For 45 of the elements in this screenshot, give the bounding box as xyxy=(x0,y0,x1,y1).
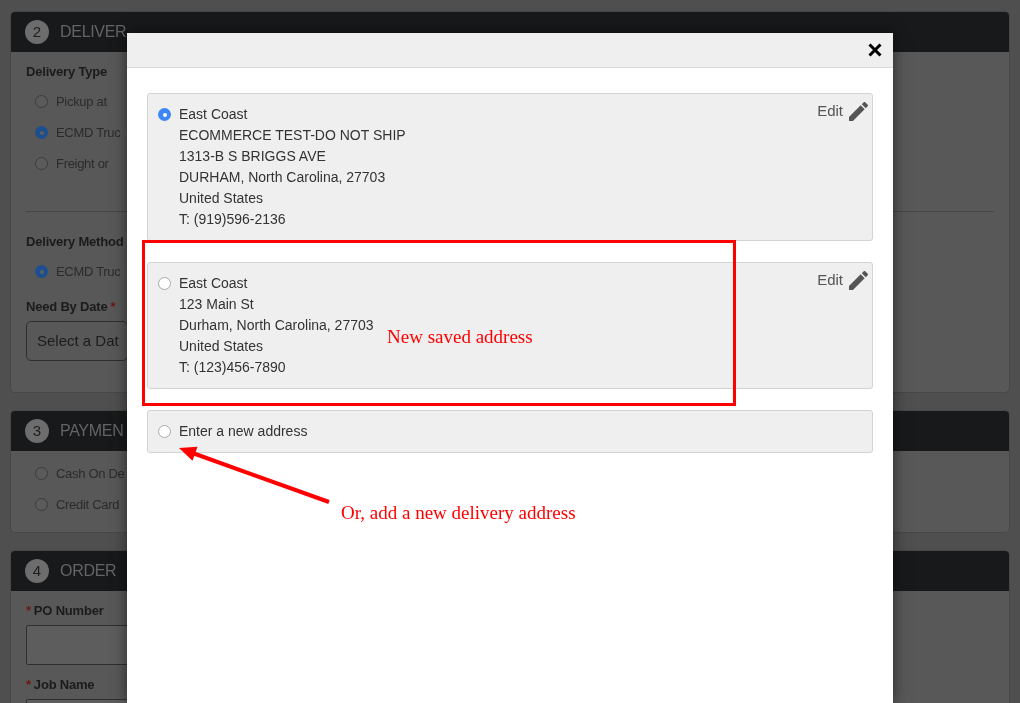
edit-link[interactable]: Edit xyxy=(817,100,868,123)
radio-button[interactable] xyxy=(35,265,48,278)
address-line: 1313-B S BRIGGS AVE xyxy=(179,147,326,166)
section-title: PAYMEN xyxy=(60,421,124,441)
radio-button[interactable] xyxy=(35,95,48,108)
address-line: East Coast xyxy=(179,274,248,293)
address-line: T: (919)596-2136 xyxy=(179,210,286,229)
text-input[interactable] xyxy=(26,699,128,703)
text-input[interactable] xyxy=(26,625,128,665)
address-line: ECOMMERCE TEST-DO NOT SHIP xyxy=(179,126,406,145)
step-number: 2 xyxy=(25,20,49,44)
address-line: United States xyxy=(179,337,264,356)
field-label: Delivery Method xyxy=(26,233,124,252)
field-label: Need By Date xyxy=(26,298,108,317)
radio-button[interactable] xyxy=(35,498,48,511)
address-line: Durham, North Carolina, 27703 xyxy=(179,316,374,335)
address-line: DURHAM, North Carolina, 27703 xyxy=(179,168,386,187)
radio-button[interactable] xyxy=(35,467,48,480)
edit-link[interactable]: Edit xyxy=(817,269,868,292)
radio-button[interactable] xyxy=(158,425,171,438)
radio-button[interactable] xyxy=(158,277,171,290)
address-line: East Coast xyxy=(179,105,248,124)
address-line: United States xyxy=(179,189,264,208)
close-icon xyxy=(868,43,882,57)
radio-button[interactable] xyxy=(35,126,48,139)
required-mark: * xyxy=(26,602,31,621)
address-line: Enter a new address xyxy=(179,422,308,441)
field-label: Delivery Type xyxy=(26,63,107,82)
step-number: 4 xyxy=(25,559,49,583)
step-number: 3 xyxy=(25,419,49,443)
pencil-icon xyxy=(849,270,868,290)
address-line: 123 Main St xyxy=(179,295,254,314)
section-title: DELIVER xyxy=(60,22,127,42)
field-label: PO Number xyxy=(33,602,104,621)
address-line: T: (123)456-7890 xyxy=(179,358,286,377)
pencil-icon xyxy=(849,101,868,121)
required-mark: * xyxy=(26,676,31,695)
annotation-text: Or, add a new delivery address xyxy=(341,502,576,524)
section-title: ORDER xyxy=(60,561,117,581)
radio-button[interactable] xyxy=(158,108,171,121)
annotation-text: New saved address xyxy=(387,326,533,348)
close-button[interactable] xyxy=(867,42,883,58)
field-label: Job Name xyxy=(33,676,95,695)
required-mark: * xyxy=(110,298,116,317)
radio-button[interactable] xyxy=(35,157,48,170)
